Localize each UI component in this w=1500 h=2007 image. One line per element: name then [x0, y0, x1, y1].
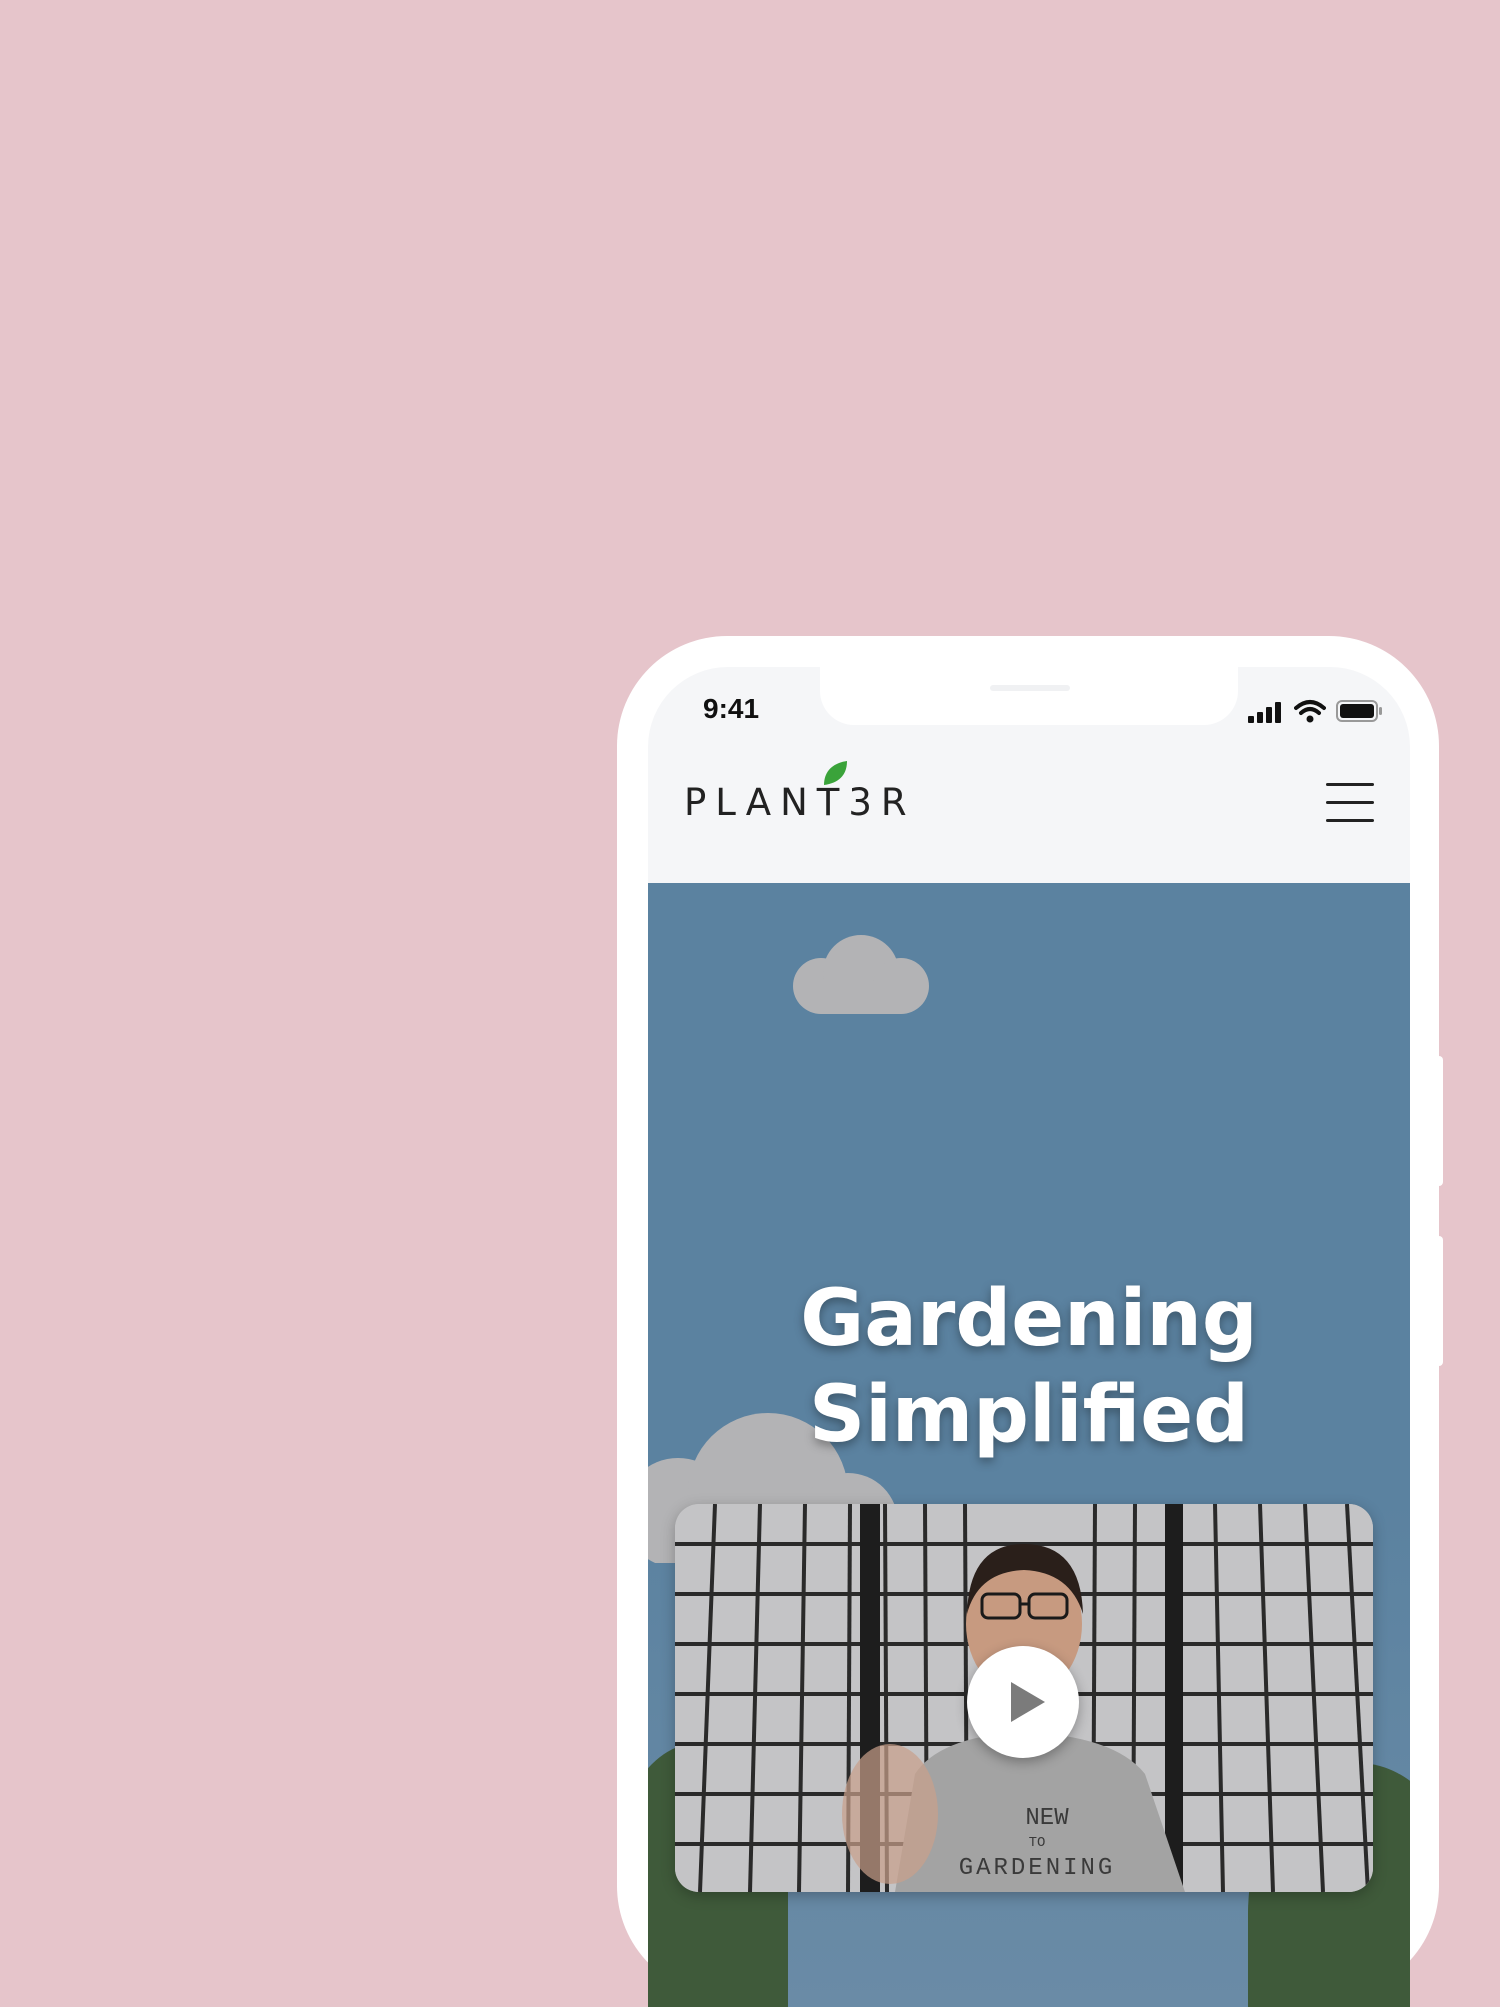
play-icon	[1011, 1682, 1045, 1722]
cloud-icon	[793, 935, 929, 1014]
phone-side-button	[1435, 1056, 1443, 1186]
phone-screen: 9:41 PLANT3R Gardening Simplified NEW TO…	[648, 667, 1410, 2007]
battery-icon	[1336, 700, 1382, 722]
shirt-print-line: TO	[1029, 1835, 1046, 1851]
logo-text: PLANT3R	[684, 781, 916, 824]
hero-title-line: Simplified	[808, 1370, 1250, 1460]
site-header: PLANT3R	[648, 739, 1410, 889]
phone-frame: 9:41 PLANT3R Gardening Simplified NEW TO…	[617, 636, 1443, 2007]
shirt-print-line: NEW	[1025, 1805, 1069, 1832]
play-button[interactable]	[967, 1646, 1079, 1758]
hero-title-line: Gardening	[800, 1274, 1258, 1364]
phone-side-button	[1435, 1236, 1443, 1366]
signal-icon	[1248, 702, 1281, 723]
hamburger-menu-icon[interactable]	[1326, 779, 1374, 825]
intro-video[interactable]: NEW TO GARDENING	[675, 1504, 1373, 1892]
hero-section: Gardening Simplified NEW TO GARDENING	[648, 883, 1410, 2007]
notch-speaker	[990, 685, 1070, 691]
status-bar: 9:41	[648, 667, 1410, 727]
phone-notch	[820, 667, 1238, 725]
status-time: 9:41	[703, 693, 760, 724]
wifi-icon	[1294, 700, 1326, 723]
plant3r-logo[interactable]: PLANT3R	[684, 759, 924, 829]
status-icons	[1248, 699, 1384, 723]
hero-title: Gardening Simplified	[648, 1271, 1410, 1463]
shirt-print-line: GARDENING	[959, 1855, 1116, 1882]
